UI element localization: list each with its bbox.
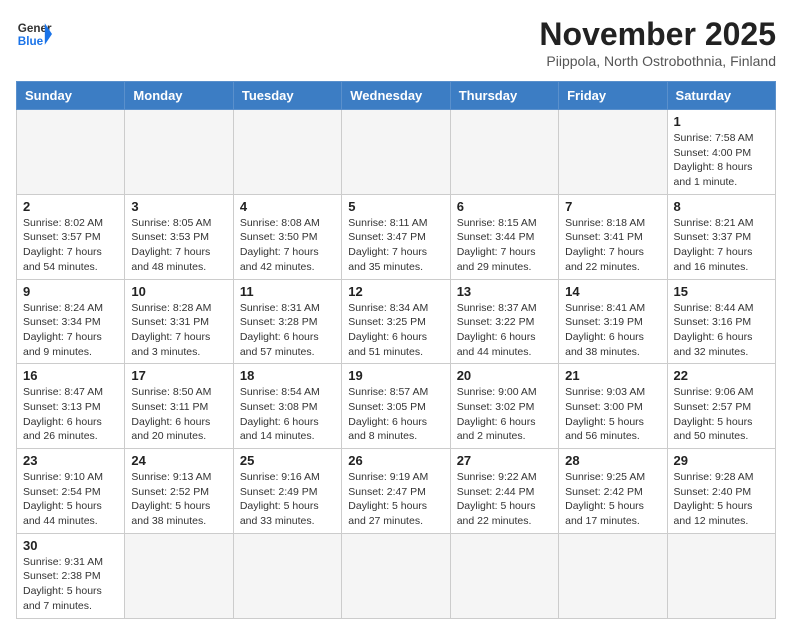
title-section: November 2025 Piippola, North Ostrobothn…	[539, 16, 776, 69]
day-30: 30 Sunrise: 9:31 AMSunset: 2:38 PMDaylig…	[17, 533, 125, 618]
calendar-row-5: 23 Sunrise: 9:10 AMSunset: 2:54 PMDaylig…	[17, 449, 776, 534]
calendar-row-6 last-row: 30 Sunrise: 9:31 AMSunset: 2:38 PMDaylig…	[17, 533, 776, 618]
day-18: 18 Sunrise: 8:54 AMSunset: 3:08 PMDaylig…	[233, 364, 341, 449]
calendar-row-2: 2 Sunrise: 8:02 AMSunset: 3:57 PMDayligh…	[17, 194, 776, 279]
empty-cell	[559, 533, 667, 618]
day-24: 24 Sunrise: 9:13 AMSunset: 2:52 PMDaylig…	[125, 449, 233, 534]
location: Piippola, North Ostrobothnia, Finland	[539, 53, 776, 69]
day-22: 22 Sunrise: 9:06 AMSunset: 2:57 PMDaylig…	[667, 364, 775, 449]
calendar-row-3: 9 Sunrise: 8:24 AMSunset: 3:34 PMDayligh…	[17, 279, 776, 364]
col-monday: Monday	[125, 82, 233, 110]
day-28: 28 Sunrise: 9:25 AMSunset: 2:42 PMDaylig…	[559, 449, 667, 534]
calendar-header-row: Sunday Monday Tuesday Wednesday Thursday…	[17, 82, 776, 110]
day-3: 3 Sunrise: 8:05 AMSunset: 3:53 PMDayligh…	[125, 194, 233, 279]
day-16: 16 Sunrise: 8:47 AMSunset: 3:13 PMDaylig…	[17, 364, 125, 449]
day-1-info: Sunrise: 7:58 AMSunset: 4:00 PMDaylight:…	[674, 131, 769, 190]
day-4: 4 Sunrise: 8:08 AMSunset: 3:50 PMDayligh…	[233, 194, 341, 279]
col-friday: Friday	[559, 82, 667, 110]
empty-cell	[125, 110, 233, 195]
day-23: 23 Sunrise: 9:10 AMSunset: 2:54 PMDaylig…	[17, 449, 125, 534]
col-wednesday: Wednesday	[342, 82, 450, 110]
day-12: 12 Sunrise: 8:34 AMSunset: 3:25 PMDaylig…	[342, 279, 450, 364]
calendar-table: Sunday Monday Tuesday Wednesday Thursday…	[16, 81, 776, 619]
day-21: 21 Sunrise: 9:03 AMSunset: 3:00 PMDaylig…	[559, 364, 667, 449]
day-29: 29 Sunrise: 9:28 AMSunset: 2:40 PMDaylig…	[667, 449, 775, 534]
day-19: 19 Sunrise: 8:57 AMSunset: 3:05 PMDaylig…	[342, 364, 450, 449]
day-9: 9 Sunrise: 8:24 AMSunset: 3:34 PMDayligh…	[17, 279, 125, 364]
day-11: 11 Sunrise: 8:31 AMSunset: 3:28 PMDaylig…	[233, 279, 341, 364]
svg-text:Blue: Blue	[18, 35, 44, 48]
empty-cell	[233, 533, 341, 618]
empty-cell	[342, 533, 450, 618]
calendar-row-4: 16 Sunrise: 8:47 AMSunset: 3:13 PMDaylig…	[17, 364, 776, 449]
empty-cell	[667, 533, 775, 618]
day-6: 6 Sunrise: 8:15 AMSunset: 3:44 PMDayligh…	[450, 194, 558, 279]
day-15: 15 Sunrise: 8:44 AMSunset: 3:16 PMDaylig…	[667, 279, 775, 364]
day-8: 8 Sunrise: 8:21 AMSunset: 3:37 PMDayligh…	[667, 194, 775, 279]
col-saturday: Saturday	[667, 82, 775, 110]
empty-cell	[559, 110, 667, 195]
col-sunday: Sunday	[17, 82, 125, 110]
day-1: 1 Sunrise: 7:58 AMSunset: 4:00 PMDayligh…	[667, 110, 775, 195]
col-thursday: Thursday	[450, 82, 558, 110]
page-header: General Blue November 2025 Piippola, Nor…	[16, 16, 776, 69]
calendar-row-1: 1 Sunrise: 7:58 AMSunset: 4:00 PMDayligh…	[17, 110, 776, 195]
day-5: 5 Sunrise: 8:11 AMSunset: 3:47 PMDayligh…	[342, 194, 450, 279]
month-title: November 2025	[539, 16, 776, 53]
empty-cell	[450, 533, 558, 618]
day-17: 17 Sunrise: 8:50 AMSunset: 3:11 PMDaylig…	[125, 364, 233, 449]
logo-icon: General Blue	[16, 16, 52, 52]
day-27: 27 Sunrise: 9:22 AMSunset: 2:44 PMDaylig…	[450, 449, 558, 534]
empty-cell	[342, 110, 450, 195]
day-20: 20 Sunrise: 9:00 AMSunset: 3:02 PMDaylig…	[450, 364, 558, 449]
day-10: 10 Sunrise: 8:28 AMSunset: 3:31 PMDaylig…	[125, 279, 233, 364]
empty-cell	[17, 110, 125, 195]
empty-cell	[450, 110, 558, 195]
col-tuesday: Tuesday	[233, 82, 341, 110]
day-2: 2 Sunrise: 8:02 AMSunset: 3:57 PMDayligh…	[17, 194, 125, 279]
empty-cell	[125, 533, 233, 618]
day-7: 7 Sunrise: 8:18 AMSunset: 3:41 PMDayligh…	[559, 194, 667, 279]
day-25: 25 Sunrise: 9:16 AMSunset: 2:49 PMDaylig…	[233, 449, 341, 534]
day-13: 13 Sunrise: 8:37 AMSunset: 3:22 PMDaylig…	[450, 279, 558, 364]
logo: General Blue	[16, 16, 52, 52]
day-26: 26 Sunrise: 9:19 AMSunset: 2:47 PMDaylig…	[342, 449, 450, 534]
day-14: 14 Sunrise: 8:41 AMSunset: 3:19 PMDaylig…	[559, 279, 667, 364]
empty-cell	[233, 110, 341, 195]
